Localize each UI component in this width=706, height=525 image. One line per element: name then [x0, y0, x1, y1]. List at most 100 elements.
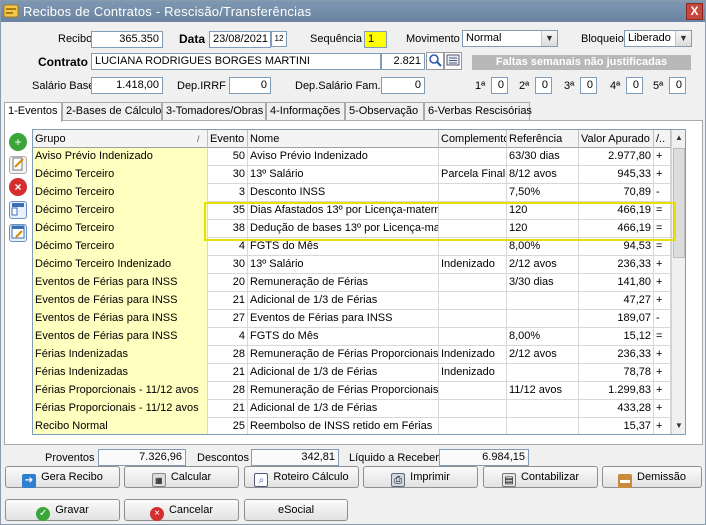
cell-complemento [439, 220, 507, 238]
tab-verbas-rescisorias[interactable]: 6-Verbas Rescisórias [424, 102, 532, 121]
cell-evento: 21 [208, 292, 248, 310]
cell-grupo: Férias Indenizadas [33, 346, 208, 364]
cell-nome: Desconto INSS [248, 184, 439, 202]
cell-evento: 28 [208, 346, 248, 364]
cell-referencia: 2/12 avos [507, 256, 579, 274]
scroll-up-icon[interactable]: ▲ [672, 131, 685, 145]
tab-informacoes[interactable]: 4-Informações [266, 102, 345, 121]
table-row[interactable]: Eventos de Férias para INSS 21 Adicional d… [33, 292, 671, 310]
column-header-sinal[interactable]: /.. [654, 130, 671, 148]
demissao-button[interactable]: ▬ Demissão [602, 466, 702, 488]
cell-grupo: Aviso Prévio Indenizado [33, 148, 208, 166]
cell-referencia: 120 [507, 220, 579, 238]
table-row[interactable]: Décimo Terceiro 30 13º Salário Parcela Fina… [33, 166, 671, 184]
cell-valor-apurado: 15,37 [579, 418, 654, 434]
add-icon[interactable]: + [9, 133, 27, 151]
column-header-evento[interactable]: Evento [208, 130, 248, 148]
cell-grupo: Recibo Normal [33, 418, 208, 434]
grid-header: Grupo / Evento Nome Complemento Referênc… [33, 130, 685, 148]
cell-sinal: + [654, 166, 671, 184]
table-row[interactable]: Férias Proporcionais - 11/12 avos 21 Adici… [33, 400, 671, 418]
imprimir-button[interactable]: ⎙ Imprimir [363, 466, 478, 488]
table-row[interactable]: Décimo Terceiro Indenizado 30 13º Salário I… [33, 256, 671, 274]
calculator-icon: ▦ [151, 473, 166, 487]
tab-tomadores-obras[interactable]: 3-Tomadores/Obras [162, 102, 266, 121]
gravar-button[interactable]: ✓ Gravar [5, 499, 120, 521]
column-header-grupo[interactable]: Grupo [33, 130, 208, 148]
cell-nome: Remuneração de Férias Proporcionais [248, 346, 439, 364]
cell-valor-apurado: 1.299,83 [579, 382, 654, 400]
events-grid[interactable]: Grupo / Evento Nome Complemento Referênc… [32, 129, 686, 435]
cell-evento: 35 [208, 202, 248, 220]
close-button[interactable]: X [686, 3, 703, 20]
cell-nome: Eventos de Férias para INSS [248, 310, 439, 328]
salario-base-field[interactable]: 1.418,00 [91, 77, 163, 94]
table-row[interactable]: Décimo Terceiro 38 Dedução de bases 13º po… [33, 220, 671, 238]
recibo-field[interactable]: 365.350 [91, 31, 163, 48]
dep-irrf-field[interactable]: 0 [229, 77, 271, 94]
table-row[interactable]: Décimo Terceiro 3 Desconto INSS 7,50% 70,89- [33, 184, 671, 202]
week-3-label: 3ª [564, 80, 575, 92]
list-icon[interactable] [444, 52, 462, 70]
contrato-code-field[interactable]: 2.821 [381, 53, 425, 70]
esocial-button[interactable]: eSocial [244, 499, 348, 521]
week-2-field[interactable]: 0 [535, 77, 552, 94]
cell-sinal: - [654, 184, 671, 202]
tab-eventos[interactable]: 1-Eventos [4, 102, 62, 122]
title-bar: Recibos de Contratos - Rescisão/Transfer… [1, 1, 705, 22]
week-1-field[interactable]: 0 [491, 77, 508, 94]
week-3-field[interactable]: 0 [580, 77, 597, 94]
cell-evento: 28 [208, 382, 248, 400]
cell-valor-apurado: 466,19 [579, 220, 654, 238]
column-header-valor-apurado[interactable]: Valor Apurado [579, 130, 654, 148]
properties-icon[interactable] [9, 224, 27, 242]
table-row[interactable]: Recibo Normal 25 Reembolso de INSS retido … [33, 418, 671, 434]
cell-evento: 21 [208, 400, 248, 418]
week-5-field[interactable]: 0 [669, 77, 686, 94]
calcular-button[interactable]: ▦ Calcular [124, 466, 239, 488]
movimento-select[interactable]: Normal ▼ [462, 30, 558, 47]
table-row[interactable]: Eventos de Férias para INSS 20 Remuneração… [33, 274, 671, 292]
contrato-name-field[interactable]: LUCIANA RODRIGUES BORGES MARTINI [91, 53, 381, 70]
table-row[interactable]: Eventos de Férias para INSS 4 FGTS do Mês 8… [33, 328, 671, 346]
table-row[interactable]: Eventos de Férias para INSS 27 Eventos de … [33, 310, 671, 328]
column-header-nome[interactable]: Nome [248, 130, 439, 148]
sequence-field[interactable]: 1 [364, 31, 387, 48]
proventos-field: 7.326,96 [98, 449, 186, 466]
table-row[interactable]: Aviso Prévio Indenizado 50 Aviso Prévio In… [33, 148, 671, 166]
cell-nome: Adicional de 1/3 de Férias [248, 364, 439, 382]
contabilizar-button[interactable]: ▤ Contabilizar [483, 466, 598, 488]
dep-sal-fam-field[interactable]: 0 [381, 77, 425, 94]
calendar-icon[interactable]: 12 [271, 31, 287, 47]
table-row[interactable]: Férias Proporcionais - 11/12 avos 28 Remun… [33, 382, 671, 400]
edit-icon[interactable] [9, 156, 27, 174]
cell-sinal: + [654, 400, 671, 418]
tab-bases-calculo[interactable]: 2-Bases de Cálculo [62, 102, 162, 121]
copy-icon[interactable] [9, 201, 27, 219]
week-4-field[interactable]: 0 [626, 77, 643, 94]
table-row[interactable]: Décimo Terceiro 4 FGTS do Mês 8,00% 94,53 = [33, 238, 671, 256]
cancelar-button[interactable]: × Cancelar [124, 499, 239, 521]
table-row[interactable]: Férias Indenizadas 21 Adicional de 1/3 de … [33, 364, 671, 382]
descontos-label: Descontos [197, 452, 249, 464]
cell-grupo: Décimo Terceiro [33, 202, 208, 220]
cell-sinal: + [654, 292, 671, 310]
gera-recibo-button[interactable]: ➔ Gera Recibo [5, 466, 120, 488]
cell-sinal: = [654, 328, 671, 346]
cell-referencia [507, 292, 579, 310]
delete-icon[interactable]: × [9, 178, 27, 196]
scroll-down-icon[interactable]: ▼ [672, 419, 685, 433]
bloqueio-select[interactable]: Liberado ▼ [624, 30, 692, 47]
date-field[interactable]: 23/08/2021 [209, 31, 271, 48]
scroll-thumb[interactable] [673, 148, 685, 258]
cell-sinal: + [654, 148, 671, 166]
search-icon[interactable] [426, 52, 444, 70]
roteiro-calculo-button[interactable]: ⌕ Roteiro Cálculo [244, 466, 359, 488]
roteiro-calculo-label: Roteiro Cálculo [273, 471, 349, 483]
table-row[interactable]: Décimo Terceiro 35 Dias Afastados 13º por … [33, 202, 671, 220]
column-header-complemento[interactable]: Complemento [439, 130, 507, 148]
table-row[interactable]: Férias Indenizadas 28 Remuneração de Féria… [33, 346, 671, 364]
grid-scrollbar[interactable]: ▲ ▼ [671, 130, 685, 434]
tab-observacao[interactable]: 5-Observação [345, 102, 424, 121]
column-header-referencia[interactable]: Referência [507, 130, 579, 148]
